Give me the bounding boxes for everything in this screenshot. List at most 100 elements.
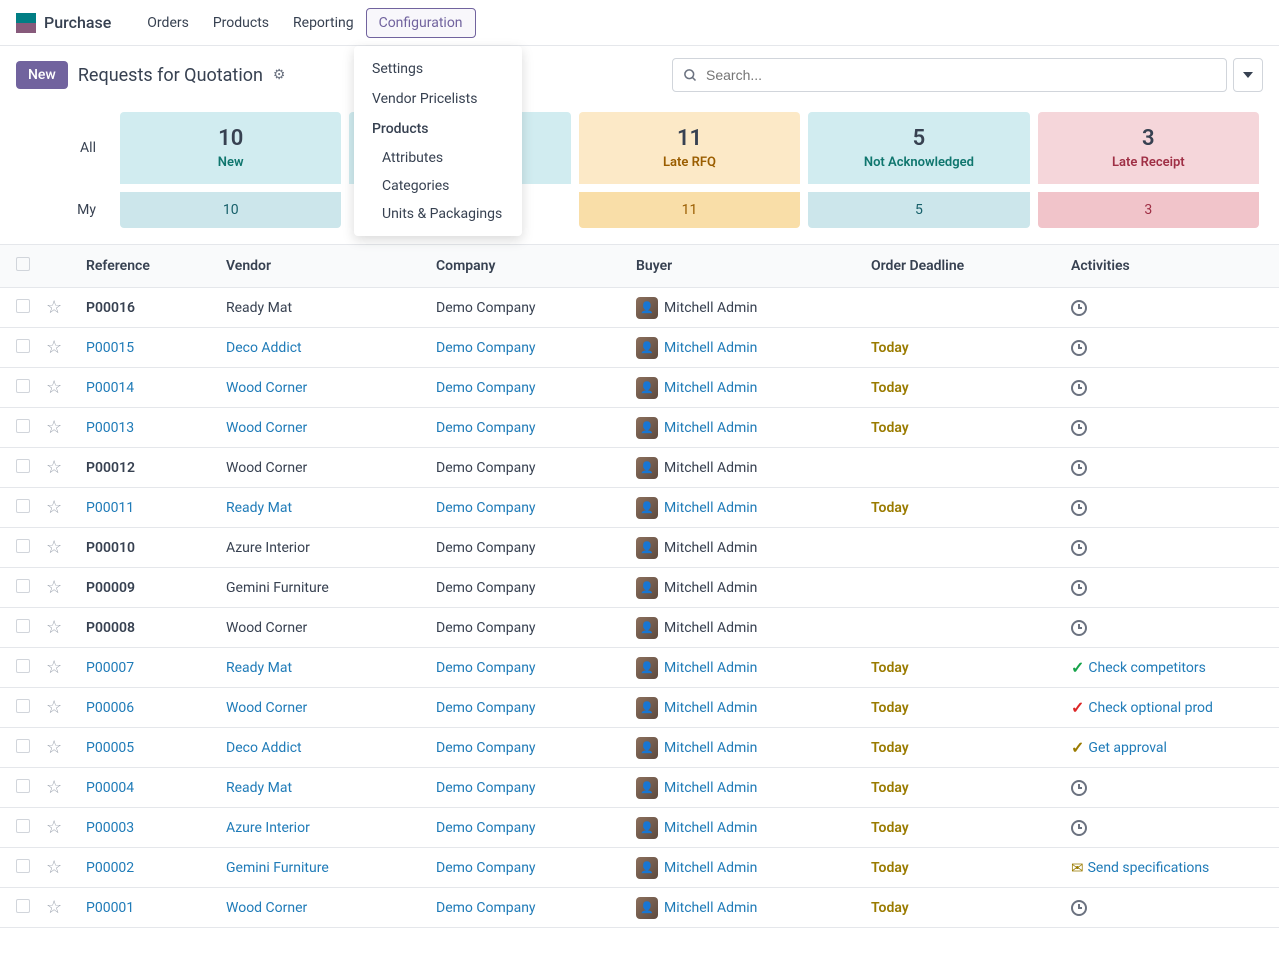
vendor-link[interactable]: Wood Corner (226, 620, 307, 636)
nav-orders[interactable]: Orders (135, 9, 201, 37)
row-checkbox[interactable] (16, 419, 30, 433)
gear-icon[interactable]: ⚙ (273, 67, 286, 83)
vendor-link[interactable]: Wood Corner (226, 460, 307, 476)
vendor-link[interactable]: Deco Addict (226, 340, 302, 356)
clock-icon[interactable] (1071, 580, 1087, 596)
table-row[interactable]: ☆P00014Wood CornerDemo Company👤Mitchell … (0, 368, 1279, 408)
star-icon[interactable]: ☆ (46, 817, 62, 838)
new-button[interactable]: New (16, 61, 68, 89)
clock-icon[interactable] (1071, 620, 1087, 636)
stat-my-late-rfq[interactable]: 11 (579, 192, 800, 228)
star-icon[interactable]: ☆ (46, 737, 62, 758)
table-row[interactable]: ☆P00011Ready MatDemo Company👤Mitchell Ad… (0, 488, 1279, 528)
vendor-link[interactable]: Wood Corner (226, 380, 307, 396)
table-row[interactable]: ☆P00009Gemini FurnitureDemo Company👤Mitc… (0, 568, 1279, 608)
reference-link[interactable]: P00002 (86, 860, 134, 876)
star-icon[interactable]: ☆ (46, 297, 62, 318)
buyer-link[interactable]: Mitchell Admin (664, 900, 757, 916)
vendor-link[interactable]: Ready Mat (226, 780, 292, 796)
star-icon[interactable]: ☆ (46, 537, 62, 558)
buyer-link[interactable]: Mitchell Admin (664, 340, 757, 356)
col-activities[interactable]: Activities (1071, 258, 1263, 274)
activity-text[interactable]: Send specifications (1088, 860, 1210, 876)
check-icon[interactable]: ✓ (1071, 738, 1084, 757)
vendor-link[interactable]: Azure Interior (226, 540, 310, 556)
vendor-link[interactable]: Ready Mat (226, 660, 292, 676)
reference-link[interactable]: P00005 (86, 740, 134, 756)
company-link[interactable]: Demo Company (436, 620, 536, 636)
reference-link[interactable]: P00001 (86, 900, 134, 916)
col-deadline[interactable]: Order Deadline (871, 258, 1071, 274)
company-link[interactable]: Demo Company (436, 860, 536, 876)
row-checkbox[interactable] (16, 699, 30, 713)
table-row[interactable]: ☆P00004Ready MatDemo Company👤Mitchell Ad… (0, 768, 1279, 808)
reference-link[interactable]: P00009 (86, 580, 135, 596)
table-row[interactable]: ☆P00012Wood CornerDemo Company👤Mitchell … (0, 448, 1279, 488)
reference-link[interactable]: P00010 (86, 540, 135, 556)
clock-icon[interactable] (1071, 340, 1087, 356)
reference-link[interactable]: P00015 (86, 340, 134, 356)
table-row[interactable]: ☆P00003Azure InteriorDemo Company👤Mitche… (0, 808, 1279, 848)
vendor-link[interactable]: Azure Interior (226, 820, 310, 836)
clock-icon[interactable] (1071, 780, 1087, 796)
table-row[interactable]: ☆P00010Azure InteriorDemo Company👤Mitche… (0, 528, 1279, 568)
select-all-checkbox[interactable] (16, 257, 30, 271)
dropdown-settings[interactable]: Settings (354, 54, 522, 84)
company-link[interactable]: Demo Company (436, 420, 536, 436)
star-icon[interactable]: ☆ (46, 777, 62, 798)
check-icon[interactable]: ✓ (1071, 698, 1084, 717)
buyer-link[interactable]: Mitchell Admin (664, 620, 757, 636)
dropdown-categories[interactable]: Categories (354, 172, 522, 200)
buyer-link[interactable]: Mitchell Admin (664, 780, 757, 796)
row-checkbox[interactable] (16, 499, 30, 513)
buyer-link[interactable]: Mitchell Admin (664, 300, 757, 316)
search-box[interactable] (672, 58, 1227, 92)
reference-link[interactable]: P00011 (86, 500, 134, 516)
company-link[interactable]: Demo Company (436, 300, 536, 316)
envelope-icon[interactable]: ✉ (1071, 859, 1084, 877)
company-link[interactable]: Demo Company (436, 500, 536, 516)
table-row[interactable]: ☆P00002Gemini FurnitureDemo Company👤Mitc… (0, 848, 1279, 888)
star-icon[interactable]: ☆ (46, 497, 62, 518)
buyer-link[interactable]: Mitchell Admin (664, 660, 757, 676)
clock-icon[interactable] (1071, 420, 1087, 436)
col-reference[interactable]: Reference (86, 258, 226, 274)
vendor-link[interactable]: Wood Corner (226, 420, 307, 436)
company-link[interactable]: Demo Company (436, 540, 536, 556)
vendor-link[interactable]: Wood Corner (226, 700, 307, 716)
row-checkbox[interactable] (16, 859, 30, 873)
buyer-link[interactable]: Mitchell Admin (664, 420, 757, 436)
table-row[interactable]: ☆P00013Wood CornerDemo Company👤Mitchell … (0, 408, 1279, 448)
star-icon[interactable]: ☆ (46, 697, 62, 718)
row-checkbox[interactable] (16, 619, 30, 633)
star-icon[interactable]: ☆ (46, 337, 62, 358)
app-title[interactable]: Purchase (44, 13, 111, 32)
vendor-link[interactable]: Deco Addict (226, 740, 302, 756)
company-link[interactable]: Demo Company (436, 820, 536, 836)
reference-link[interactable]: P00016 (86, 300, 135, 316)
clock-icon[interactable] (1071, 500, 1087, 516)
buyer-link[interactable]: Mitchell Admin (664, 540, 757, 556)
reference-link[interactable]: P00014 (86, 380, 134, 396)
reference-link[interactable]: P00008 (86, 620, 135, 636)
stat-my-new[interactable]: 10 (120, 192, 341, 228)
star-icon[interactable]: ☆ (46, 417, 62, 438)
table-row[interactable]: ☆P00016Ready MatDemo Company👤Mitchell Ad… (0, 288, 1279, 328)
row-checkbox[interactable] (16, 739, 30, 753)
row-checkbox[interactable] (16, 539, 30, 553)
activity-text[interactable]: Check optional prod (1088, 700, 1213, 716)
nav-configuration[interactable]: Configuration (366, 8, 476, 38)
table-row[interactable]: ☆P00001Wood CornerDemo Company👤Mitchell … (0, 888, 1279, 928)
vendor-link[interactable]: Ready Mat (226, 300, 292, 316)
row-checkbox[interactable] (16, 779, 30, 793)
buyer-link[interactable]: Mitchell Admin (664, 860, 757, 876)
company-link[interactable]: Demo Company (436, 900, 536, 916)
check-icon[interactable]: ✓ (1071, 658, 1084, 677)
clock-icon[interactable] (1071, 820, 1087, 836)
activity-text[interactable]: Get approval (1088, 740, 1167, 756)
table-row[interactable]: ☆P00015Deco AddictDemo Company👤Mitchell … (0, 328, 1279, 368)
stat-card-new[interactable]: 10New (120, 112, 341, 184)
reference-link[interactable]: P00004 (86, 780, 134, 796)
vendor-link[interactable]: Gemini Furniture (226, 860, 329, 876)
nav-reporting[interactable]: Reporting (281, 9, 366, 37)
